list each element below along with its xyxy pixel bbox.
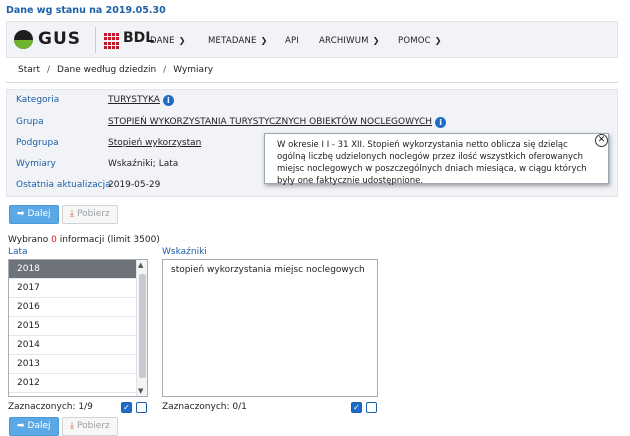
breadcrumb-wymiary: Wymiary [173, 65, 214, 75]
menu-item-label: ARCHIWUM [319, 36, 369, 46]
grupa-label: Grupa [16, 117, 44, 127]
wymiary-label: Wymiary [16, 159, 56, 169]
chevron-down-icon: ❯ [372, 36, 380, 45]
scroll-down-icon[interactable]: ▼ [138, 387, 143, 395]
gus-logo-mark [14, 30, 33, 49]
definition-tooltip: W okresie I I - 31 XII. Stopień wykorzys… [264, 133, 609, 186]
menu-item-label: API [285, 36, 300, 46]
podgrupa-value[interactable]: Stopień wykorzystan [108, 138, 201, 148]
lata-header: Lata [8, 247, 28, 257]
chevron-down-icon: ❯ [178, 36, 186, 45]
indicators-listbox[interactable]: stopień wykorzystania miejsc noclegowych [162, 259, 378, 397]
scroll-up-icon[interactable]: ▲ [138, 261, 143, 269]
download-button-bottom[interactable]: ⤓ Pobierz [62, 417, 118, 436]
menu-item-metadane[interactable]: METADANE ❯ [208, 36, 268, 46]
grupa-value-text: STOPIEŃ WYKORZYSTANIA TURYSTYCZNYCH OBIE… [108, 117, 433, 127]
selection-suffix: informacji (limit 3500) [59, 235, 160, 245]
deselect-all-checkbox[interactable] [136, 402, 147, 413]
gus-logo[interactable]: GUS [14, 28, 94, 52]
top-navigation-bar [6, 21, 618, 58]
list-item[interactable]: 2017 [9, 279, 137, 298]
ostatnia-aktualizacja-label: Ostatnia aktualizacja [16, 180, 111, 190]
scrollbar-thumb[interactable] [139, 274, 146, 378]
next-button[interactable]: ➡ Dalej [9, 205, 59, 224]
select-all-checkbox[interactable]: ✓ [121, 402, 132, 413]
scrollbar[interactable]: ▲ ▼ [136, 260, 147, 396]
years-listbox[interactable]: 2018 2017 2016 2015 2014 2013 2012 2011 … [8, 259, 148, 397]
kategoria-value-text: TURYSTYKA [108, 95, 160, 105]
arrow-right-icon: ➡ [17, 209, 25, 219]
grupa-value[interactable]: STOPIEŃ WYKORZYSTANIA TURYSTYCZNYCH OBIE… [108, 117, 447, 128]
selection-count: 0 [51, 235, 57, 245]
ostatnia-aktualizacja-value: 2019-05-29 [108, 180, 161, 190]
list-item[interactable]: 2018 [9, 260, 137, 279]
list-item[interactable]: 2012 [9, 374, 137, 393]
download-icon: ⤓ [70, 209, 74, 219]
close-icon[interactable]: ✕ [595, 134, 608, 147]
list-item[interactable]: 2013 [9, 355, 137, 374]
menu-item-dane[interactable]: DANE ❯ [150, 36, 186, 46]
list-item[interactable]: 2015 [9, 317, 137, 336]
menu-item-archiwum[interactable]: ARCHIWUM ❯ [319, 36, 380, 46]
lata-selected-count: Zaznaczonych: 1/9 [8, 402, 93, 412]
breadcrumb-start[interactable]: Start [18, 65, 40, 75]
kategoria-label: Kategoria [16, 95, 60, 105]
chevron-down-icon: ❯ [260, 36, 268, 45]
wskazniki-header: Wskaźniki [162, 247, 207, 257]
download-button-label: Pobierz [76, 209, 110, 219]
next-button-label: Dalej [27, 421, 51, 431]
breadcrumb: Start / Dane według dziedzin / Wymiary [6, 59, 618, 83]
menu-item-pomoc[interactable]: POMOC ❯ [398, 36, 442, 46]
list-item[interactable]: stopień wykorzystania miejsc noclegowych [171, 265, 365, 275]
menu-item-label: DANE [150, 36, 175, 46]
list-item[interactable]: 2016 [9, 298, 137, 317]
selection-summary: Wybrano 0 informacji (limit 3500) [8, 235, 160, 245]
select-all-checkbox[interactable]: ✓ [351, 402, 362, 413]
selection-prefix: Wybrano [8, 235, 49, 245]
next-button-bottom[interactable]: ➡ Dalej [9, 417, 59, 436]
breadcrumb-dane-wedlug-dziedzin[interactable]: Dane według dziedzin [57, 65, 156, 75]
data-state-label: Dane wg stanu na 2019.05.30 [6, 5, 166, 16]
download-icon: ⤓ [70, 421, 74, 431]
chevron-down-icon: ❯ [434, 36, 442, 45]
info-icon[interactable]: i [435, 117, 447, 128]
podgrupa-label: Podgrupa [16, 138, 59, 148]
list-item[interactable]: 2014 [9, 336, 137, 355]
gus-logo-text: GUS [38, 29, 82, 49]
menu-item-label: METADANE [208, 36, 257, 46]
wskazniki-selected-count: Zaznaczonych: 0/1 [162, 402, 247, 412]
kategoria-value[interactable]: TURYSTYKA i [108, 95, 174, 106]
list-item[interactable]: 2011 [9, 393, 137, 396]
download-button[interactable]: ⤓ Pobierz [62, 205, 118, 224]
menu-item-api[interactable]: API [285, 36, 299, 46]
download-button-label: Pobierz [76, 421, 110, 431]
arrow-right-icon: ➡ [17, 421, 25, 431]
bdl-logo-icon [104, 33, 120, 49]
info-icon[interactable]: i [162, 95, 174, 106]
deselect-all-checkbox[interactable] [366, 402, 377, 413]
menu-item-label: POMOC [398, 36, 431, 46]
next-button-label: Dalej [27, 209, 51, 219]
wymiary-value: Wskaźniki; Lata [108, 159, 179, 169]
logo-divider [95, 27, 96, 53]
